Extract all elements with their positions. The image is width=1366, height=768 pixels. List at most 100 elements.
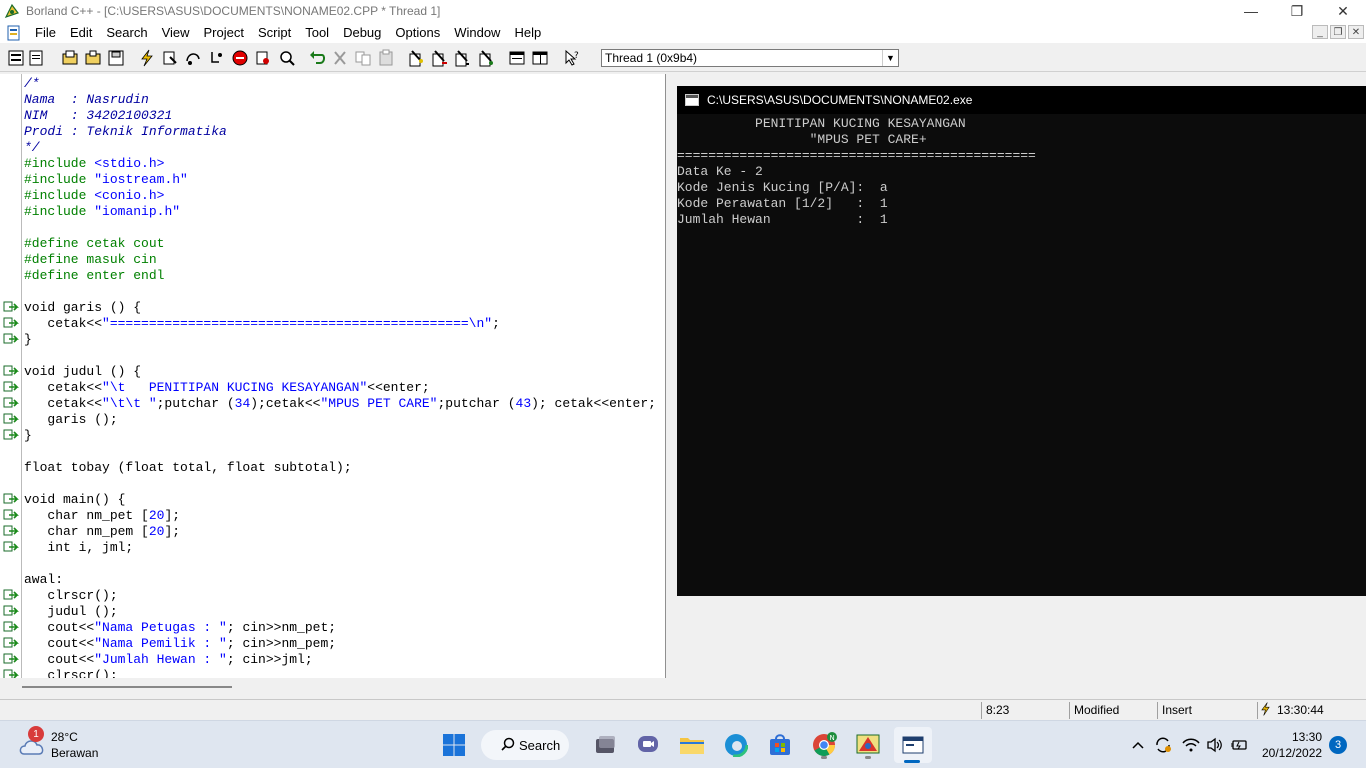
menu-file[interactable]: File — [28, 22, 63, 43]
code-line[interactable]: cetak<<"\t PENITIPAN KUCING KESAYANGAN"<… — [24, 380, 656, 396]
code-line[interactable] — [24, 476, 656, 492]
wifi-icon[interactable] — [1181, 735, 1201, 755]
code-line[interactable]: Nama : Nasrudin — [24, 92, 656, 108]
code-line[interactable]: #include <stdio.h> — [24, 156, 656, 172]
mdi-restore-button[interactable]: ❐ — [1330, 25, 1346, 39]
statement-marker-icon[interactable] — [3, 317, 19, 331]
code-line[interactable]: int i, jml; — [24, 540, 656, 556]
statement-marker-icon[interactable] — [3, 589, 19, 603]
file-explorer-icon[interactable] — [676, 729, 708, 761]
new-file-icon[interactable] — [26, 48, 46, 68]
statement-marker-icon[interactable] — [3, 605, 19, 619]
statement-marker-icon[interactable] — [3, 653, 19, 667]
project-window-icon[interactable] — [530, 48, 550, 68]
code-line[interactable]: } — [24, 332, 656, 348]
taskbar-search[interactable]: Search — [481, 730, 569, 760]
start-button[interactable] — [438, 729, 470, 761]
weather-widget[interactable]: 1 28°C Berawan — [18, 726, 138, 764]
breakpoint-icon[interactable] — [253, 48, 273, 68]
code-editor[interactable]: /* Nama : Nasrudin NIM : 34202100321 Prodi … — [0, 74, 666, 678]
code-line[interactable]: float tobay (float total, float subtotal… — [24, 460, 656, 476]
volume-icon[interactable] — [1205, 735, 1225, 755]
code-line[interactable]: char nm_pet [20]; — [24, 508, 656, 524]
context-help-icon[interactable]: ? — [562, 48, 582, 68]
statement-marker-icon[interactable] — [3, 381, 19, 395]
code-line[interactable]: awal: — [24, 572, 656, 588]
code-line[interactable] — [24, 348, 656, 364]
code-line[interactable]: cetak<<"\t\t ";putchar (34);cetak<<"MPUS… — [24, 396, 656, 412]
console-taskbar-icon[interactable] — [894, 727, 932, 763]
statement-marker-icon[interactable] — [3, 333, 19, 347]
code-line[interactable] — [24, 284, 656, 300]
code-line[interactable]: */ — [24, 140, 656, 156]
code-line[interactable]: #include <conio.h> — [24, 188, 656, 204]
code-line[interactable] — [24, 556, 656, 572]
horizontal-scrollbar[interactable] — [0, 678, 1366, 698]
message-window-icon[interactable] — [507, 48, 527, 68]
search-replace-icon[interactable] — [429, 48, 449, 68]
stop-icon[interactable] — [230, 48, 250, 68]
scrollbar-thumb[interactable] — [22, 686, 232, 688]
statement-marker-icon[interactable] — [3, 621, 19, 635]
browse-icon[interactable] — [476, 48, 496, 68]
code-line[interactable]: #define cetak cout — [24, 236, 656, 252]
code-line[interactable]: /* — [24, 76, 656, 92]
mdi-close-button[interactable]: ✕ — [1348, 25, 1364, 39]
statement-marker-icon[interactable] — [3, 397, 19, 411]
trace-into-icon[interactable] — [206, 48, 226, 68]
make-lightning-icon[interactable] — [137, 48, 157, 68]
minimize-button[interactable]: — — [1228, 0, 1274, 22]
menu-project[interactable]: Project — [197, 22, 251, 43]
edge-browser-icon[interactable] — [720, 729, 752, 761]
code-line[interactable] — [24, 220, 656, 236]
code-line[interactable]: cout<<"Nama Pemilik : "; cin>>nm_pem; — [24, 636, 656, 652]
search-find-icon[interactable] — [406, 48, 426, 68]
code-line[interactable]: char nm_pem [20]; — [24, 524, 656, 540]
statement-marker-icon[interactable] — [3, 429, 19, 443]
chrome-browser-icon[interactable]: N — [808, 729, 840, 761]
code-line[interactable]: clrscr(); — [24, 588, 656, 604]
close-button[interactable]: ✕ — [1320, 0, 1366, 22]
menu-script[interactable]: Script — [251, 22, 298, 43]
taskbar-clock[interactable]: 13:30 20/12/2022 — [1262, 729, 1322, 761]
console-window[interactable]: C:\USERS\ASUS\DOCUMENTS\NONAME02.exe PEN… — [677, 86, 1366, 596]
compile-icon[interactable] — [160, 48, 180, 68]
step-over-icon[interactable] — [183, 48, 203, 68]
sync-icon[interactable] — [1153, 735, 1173, 755]
code-line[interactable] — [24, 444, 656, 460]
menu-edit[interactable]: Edit — [63, 22, 99, 43]
statement-marker-icon[interactable] — [3, 541, 19, 555]
task-view-icon[interactable] — [589, 729, 621, 761]
open-file-icon[interactable] — [60, 48, 80, 68]
code-line[interactable]: judul (); — [24, 604, 656, 620]
menu-view[interactable]: View — [155, 22, 197, 43]
microsoft-store-icon[interactable] — [764, 729, 796, 761]
menu-window[interactable]: Window — [447, 22, 507, 43]
code-line[interactable]: } — [24, 428, 656, 444]
code-line[interactable]: garis (); — [24, 412, 656, 428]
menu-options[interactable]: Options — [388, 22, 447, 43]
search-next-icon[interactable] — [452, 48, 472, 68]
statement-marker-icon[interactable] — [3, 669, 19, 678]
code-line[interactable]: NIM : 34202100321 — [24, 108, 656, 124]
code-line[interactable]: Prodi : Teknik Informatika — [24, 124, 656, 140]
menu-tool[interactable]: Tool — [298, 22, 336, 43]
menu-debug[interactable]: Debug — [336, 22, 388, 43]
borland-taskbar-icon[interactable] — [852, 729, 884, 761]
save-file-icon[interactable] — [106, 48, 126, 68]
menu-search[interactable]: Search — [99, 22, 154, 43]
menu-help[interactable]: Help — [507, 22, 548, 43]
statement-marker-icon[interactable] — [3, 493, 19, 507]
speedbar-icon[interactable] — [6, 48, 26, 68]
code-line[interactable]: #define masuk cin — [24, 252, 656, 268]
code-line[interactable]: cout<<"Jumlah Hewan : "; cin>>jml; — [24, 652, 656, 668]
chevron-up-icon[interactable] — [1128, 735, 1148, 755]
code-line[interactable]: #include "iomanip.h" — [24, 204, 656, 220]
code-line[interactable]: clrscr(); — [24, 668, 656, 678]
mdi-minimize-button[interactable]: _ — [1312, 25, 1328, 39]
code-line[interactable]: #include "iostream.h" — [24, 172, 656, 188]
statement-marker-icon[interactable] — [3, 525, 19, 539]
code-line[interactable]: void main() { — [24, 492, 656, 508]
open-project-icon[interactable] — [83, 48, 103, 68]
inspect-icon[interactable] — [277, 48, 297, 68]
